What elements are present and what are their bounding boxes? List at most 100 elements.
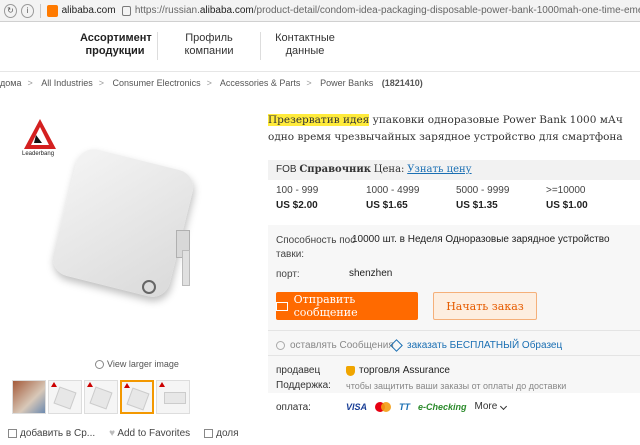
url-field[interactable]: https://russian.alibaba.com/product-deta…: [135, 5, 640, 16]
thumbnail-strip: [12, 380, 190, 414]
nav-products[interactable]: Ассортимент продукции: [80, 32, 152, 58]
breadcrumb-accessories[interactable]: Accessories & Parts: [220, 78, 301, 88]
seller-label: продавец: [276, 365, 321, 376]
price-tier: 1000 - 4999 US $1.65: [366, 185, 456, 211]
thumbnail[interactable]: [156, 380, 190, 414]
nav-divider: [260, 32, 261, 60]
alibaba-favicon-icon: [46, 4, 58, 17]
send-message-label: Отправить сообщение: [293, 293, 358, 319]
leave-messages-link[interactable]: оставлять Сообщения: [276, 340, 394, 351]
port-value: shenzhen: [349, 268, 393, 279]
visa-icon: VISA: [346, 401, 368, 412]
breadcrumb: дома > All Industries > Consumer Electroni…: [0, 78, 423, 88]
logo-text: Leaderbang: [22, 151, 55, 157]
site-domain: alibaba.com: [61, 5, 116, 16]
free-sample-link[interactable]: заказать БЕСПЛАТНЫЙ Образец: [390, 339, 563, 352]
breadcrumb-count: (1821410): [381, 78, 423, 88]
get-price-link[interactable]: Узнать цену: [407, 164, 471, 175]
leaderbang-logo: [24, 119, 56, 149]
product-title: Презерватив идея упаковки одноразовые Po…: [268, 112, 640, 146]
more-label: More: [474, 401, 498, 412]
start-order-button[interactable]: Начать заказ: [433, 292, 537, 320]
company-nav: Ассортимент продукции Профиль компании К…: [0, 22, 640, 72]
thumbnail-selected[interactable]: [120, 380, 154, 414]
supply-label-line2: тавки:: [276, 249, 305, 260]
more-payments-button[interactable]: More: [474, 401, 508, 412]
nav-products-line2: продукции: [85, 45, 145, 57]
add-to-favorites-link[interactable]: ♥ Add to Favorites: [109, 428, 190, 439]
trade-assurance-label: торговля Assurance: [359, 365, 450, 376]
price-tier: >=10000 US $1.00: [546, 185, 636, 211]
tier-price: US $1.35: [456, 200, 498, 211]
lock-icon: [121, 5, 131, 16]
info-icon[interactable]: i: [20, 3, 34, 18]
tier-price: US $1.65: [366, 200, 408, 211]
chevron-down-icon: [500, 402, 508, 411]
zoom-icon: [95, 359, 104, 369]
tier-price: US $2.00: [276, 200, 318, 211]
view-larger-link[interactable]: View larger image: [95, 359, 179, 369]
nav-contacts[interactable]: Контактные данные: [268, 32, 342, 58]
breadcrumb-home[interactable]: дома: [0, 78, 21, 88]
power-button-image: [142, 280, 156, 294]
breadcrumb-power-banks[interactable]: Power Banks: [320, 78, 373, 88]
divider: [268, 330, 640, 331]
thumbnail[interactable]: [48, 380, 82, 414]
price-header: FOB Справочник Цена: Узнать цену: [268, 160, 640, 180]
tier-qty: 5000 - 9999: [456, 185, 510, 196]
thumbnail[interactable]: [12, 380, 46, 414]
free-sample-label: заказать БЕСПЛАТНЫЙ Образец: [407, 340, 563, 351]
trade-assurance[interactable]: торговля Assurance: [346, 365, 450, 376]
supply-ability-label: Способность пос тавки:: [276, 234, 355, 262]
bottom-actions: добавить в Ср... ♥ Add to Favorites доля: [8, 428, 239, 439]
share-link[interactable]: доля: [204, 428, 239, 439]
mastercard-icon: [375, 401, 392, 412]
payment-label: оплата:: [276, 402, 311, 413]
nav-contacts-line2: данные: [285, 45, 325, 57]
add-to-compare-label: добавить в Ср...: [20, 428, 96, 439]
reference-label: Справочник: [299, 164, 371, 175]
url-prefix: https://russian.: [134, 5, 200, 16]
thumbnail[interactable]: [84, 380, 118, 414]
tier-qty: >=10000: [546, 185, 586, 196]
url-host: alibaba.com: [199, 5, 254, 16]
tt-icon: TT: [399, 401, 411, 412]
tier-qty: 1000 - 4999: [366, 185, 420, 196]
divider: [268, 355, 640, 356]
address-bar: ↻ i alibaba.com https://russian.alibaba.…: [0, 0, 640, 22]
share-label: доля: [216, 428, 239, 439]
breadcrumb-all-industries[interactable]: All Industries: [41, 78, 93, 88]
cable-image: [182, 250, 190, 286]
refresh-icon[interactable]: ↻: [4, 3, 17, 18]
box-icon: [390, 339, 403, 352]
tier-price: US $1.00: [546, 200, 588, 211]
url-path: /product-detail/condom-idea-packaging-di…: [253, 5, 640, 16]
chat-icon: [276, 341, 285, 350]
share-icon: [204, 428, 214, 438]
add-to-favorites-label: Add to Favorites: [117, 428, 191, 439]
support-label: Поддержка:: [276, 380, 331, 391]
nav-company-profile-label: Профиль компании: [184, 32, 234, 57]
nav-divider: [157, 32, 158, 60]
shield-icon: [346, 365, 355, 376]
fob-label: FOB: [276, 164, 297, 175]
nav-products-line1: Ассортимент: [80, 32, 152, 44]
tier-qty: 100 - 999: [276, 185, 319, 196]
divider: [39, 3, 41, 18]
price-tier: 100 - 999 US $2.00: [276, 185, 366, 211]
nav-company-profile[interactable]: Профиль компании: [163, 32, 255, 58]
price-label: Цена:: [373, 164, 405, 175]
price-tier: 5000 - 9999 US $1.35: [456, 185, 546, 211]
price-tiers: 100 - 999 US $2.00 1000 - 4999 US $1.65 50…: [276, 185, 636, 211]
start-order-label: Начать заказ: [446, 299, 524, 313]
echecking-icon: e-Checking: [418, 401, 467, 412]
breadcrumb-consumer-electronics[interactable]: Consumer Electronics: [113, 78, 201, 88]
port-label: порт:: [276, 269, 300, 280]
leave-messages-label: оставлять Сообщения: [290, 340, 394, 351]
add-to-compare-link[interactable]: добавить в Ср...: [8, 428, 95, 439]
support-text: чтобы защитить ваши заказы от оплаты до …: [346, 381, 567, 391]
supply-ability-value: 10000 шт. в Неделя Одноразовые зарядное …: [352, 234, 610, 245]
send-message-button[interactable]: Отправить сообщение: [276, 292, 418, 320]
view-larger-label: View larger image: [107, 359, 179, 369]
envelope-icon: [276, 301, 288, 311]
